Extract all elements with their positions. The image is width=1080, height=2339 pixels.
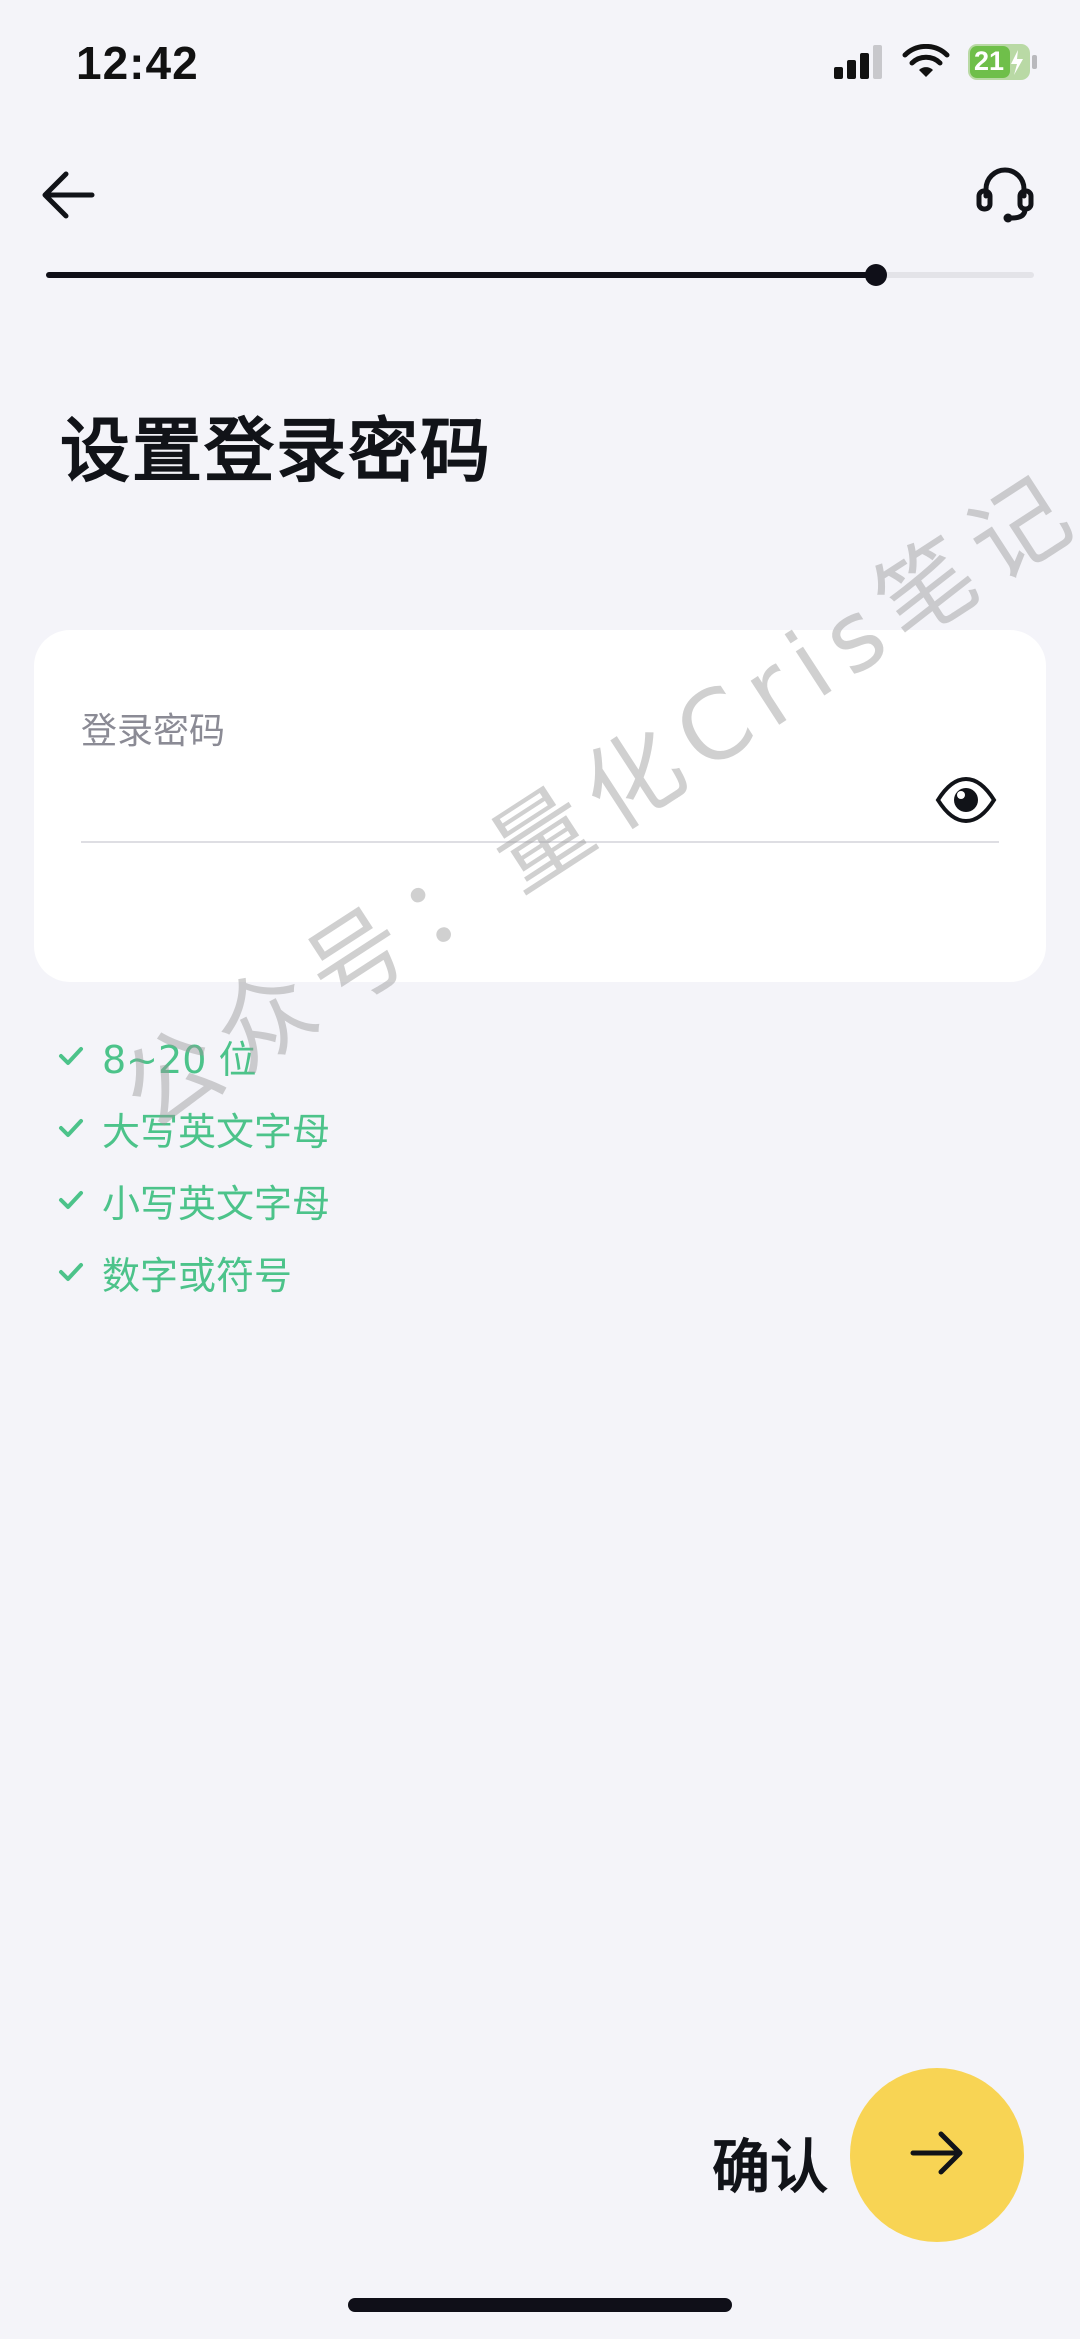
rule-item: 大写英文字母 [56, 1092, 330, 1164]
support-button[interactable] [970, 158, 1040, 228]
arrow-right-icon [905, 2121, 969, 2189]
check-icon [56, 1041, 86, 1071]
field-underline [81, 841, 999, 843]
headset-icon [970, 167, 1040, 232]
password-rules: 8~20 位 大写英文字母 小写英文字母 数字或符号 [56, 1020, 330, 1308]
progress-knob [864, 264, 887, 286]
status-bar: 12:42 21 [0, 0, 1080, 130]
wifi-icon [902, 44, 950, 80]
status-time: 12:42 [76, 37, 199, 89]
check-icon [56, 1113, 86, 1143]
page-title: 设置登录密码 [60, 410, 492, 492]
top-nav [0, 140, 1080, 250]
rule-label: 小写英文字母 [102, 1181, 331, 1226]
rule-item: 小写英文字母 [56, 1164, 330, 1236]
rule-item: 数字或符号 [56, 1236, 330, 1308]
toggle-visibility-button[interactable] [934, 768, 998, 832]
battery-level: 21 [974, 46, 1005, 76]
battery-charging-icon: 21 [968, 44, 1038, 80]
signal-icon [834, 45, 884, 79]
back-button[interactable] [34, 160, 104, 230]
password-input[interactable] [81, 760, 941, 830]
status-icons: 21 [834, 44, 1038, 80]
check-icon [56, 1257, 86, 1287]
rule-label: 8~20 位 [102, 1037, 257, 1082]
home-indicator [348, 2298, 732, 2312]
rule-item: 8~20 位 [56, 1020, 330, 1092]
progress-fill [46, 272, 876, 278]
password-label: 登录密码 [81, 711, 226, 752]
rule-label: 大写英文字母 [102, 1109, 331, 1154]
password-card: 登录密码 [34, 630, 1046, 982]
rule-label: 数字或符号 [102, 1253, 293, 1298]
check-icon [56, 1185, 86, 1215]
eye-icon [934, 776, 998, 836]
progress-track [46, 264, 1034, 286]
arrow-left-icon [34, 171, 104, 234]
confirm-button[interactable] [850, 2068, 1024, 2242]
confirm-label[interactable]: 确认 [712, 2120, 828, 2204]
